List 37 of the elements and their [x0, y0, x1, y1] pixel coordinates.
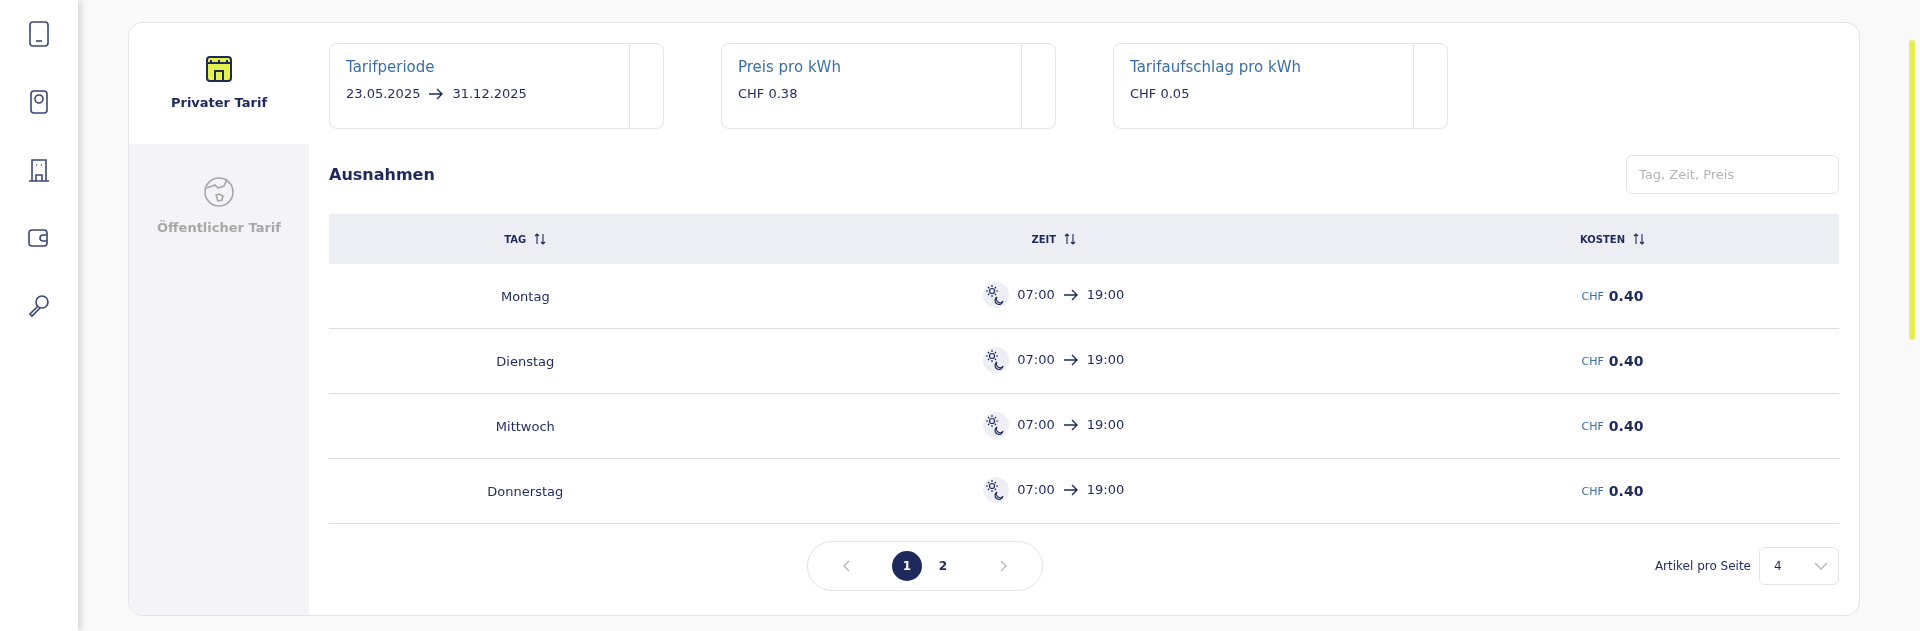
currency-label: CHF — [1581, 419, 1604, 433]
card-title: Tarifperiode — [346, 58, 436, 76]
day-cell: Donnerstag — [487, 483, 564, 499]
card-value: CHF 0.05 — [1130, 86, 1190, 101]
price-value: 0.40 — [1608, 288, 1644, 305]
start-time: 07:00 — [1017, 352, 1055, 367]
card-value: CHF 0.38 — [738, 86, 798, 101]
end-time: 19:00 — [1086, 417, 1125, 432]
end-time: 19:00 — [1086, 482, 1125, 497]
column-header[interactable]: KOSTEN — [1580, 233, 1625, 245]
end-time: 19:00 — [1086, 287, 1125, 302]
column-header[interactable]: ZEIT — [1031, 233, 1057, 245]
start-time: 07:00 — [1017, 482, 1055, 497]
day-cell: Mittwoch — [495, 418, 555, 434]
search-field[interactable]: Tag, Zeit, Preis — [1626, 155, 1839, 194]
currency-label: CHF — [1581, 484, 1604, 498]
currency-label: CHF — [1581, 289, 1604, 303]
end-time: 19:00 — [1086, 352, 1125, 367]
start-date: 23.05.2025 — [346, 86, 421, 101]
price-value: 0.40 — [1608, 483, 1644, 500]
day-cell: Montag — [500, 288, 550, 304]
page-button[interactable]: 1 — [892, 551, 922, 581]
price-value: 0.40 — [1608, 353, 1644, 370]
section-title: Ausnahmen — [329, 165, 435, 184]
column-header[interactable]: TAG — [504, 233, 527, 245]
start-time: 07:00 — [1017, 287, 1055, 302]
tariff-tab[interactable]: Privater Tarif — [129, 23, 309, 144]
per-page-label: Artikel pro Seite — [1654, 559, 1751, 573]
currency-label: CHF — [1581, 354, 1604, 368]
per-page-select[interactable]: 4 — [1759, 547, 1839, 585]
day-cell: Dienstag — [496, 353, 555, 369]
end-date: 31.12.2025 — [452, 86, 527, 101]
card-title: Preis pro kWh — [738, 58, 842, 76]
card-title: Tarifaufschlag pro kWh — [1130, 58, 1302, 76]
price-value: 0.40 — [1608, 418, 1644, 435]
page-button[interactable]: 2 — [928, 551, 958, 581]
start-time: 07:00 — [1017, 417, 1055, 432]
